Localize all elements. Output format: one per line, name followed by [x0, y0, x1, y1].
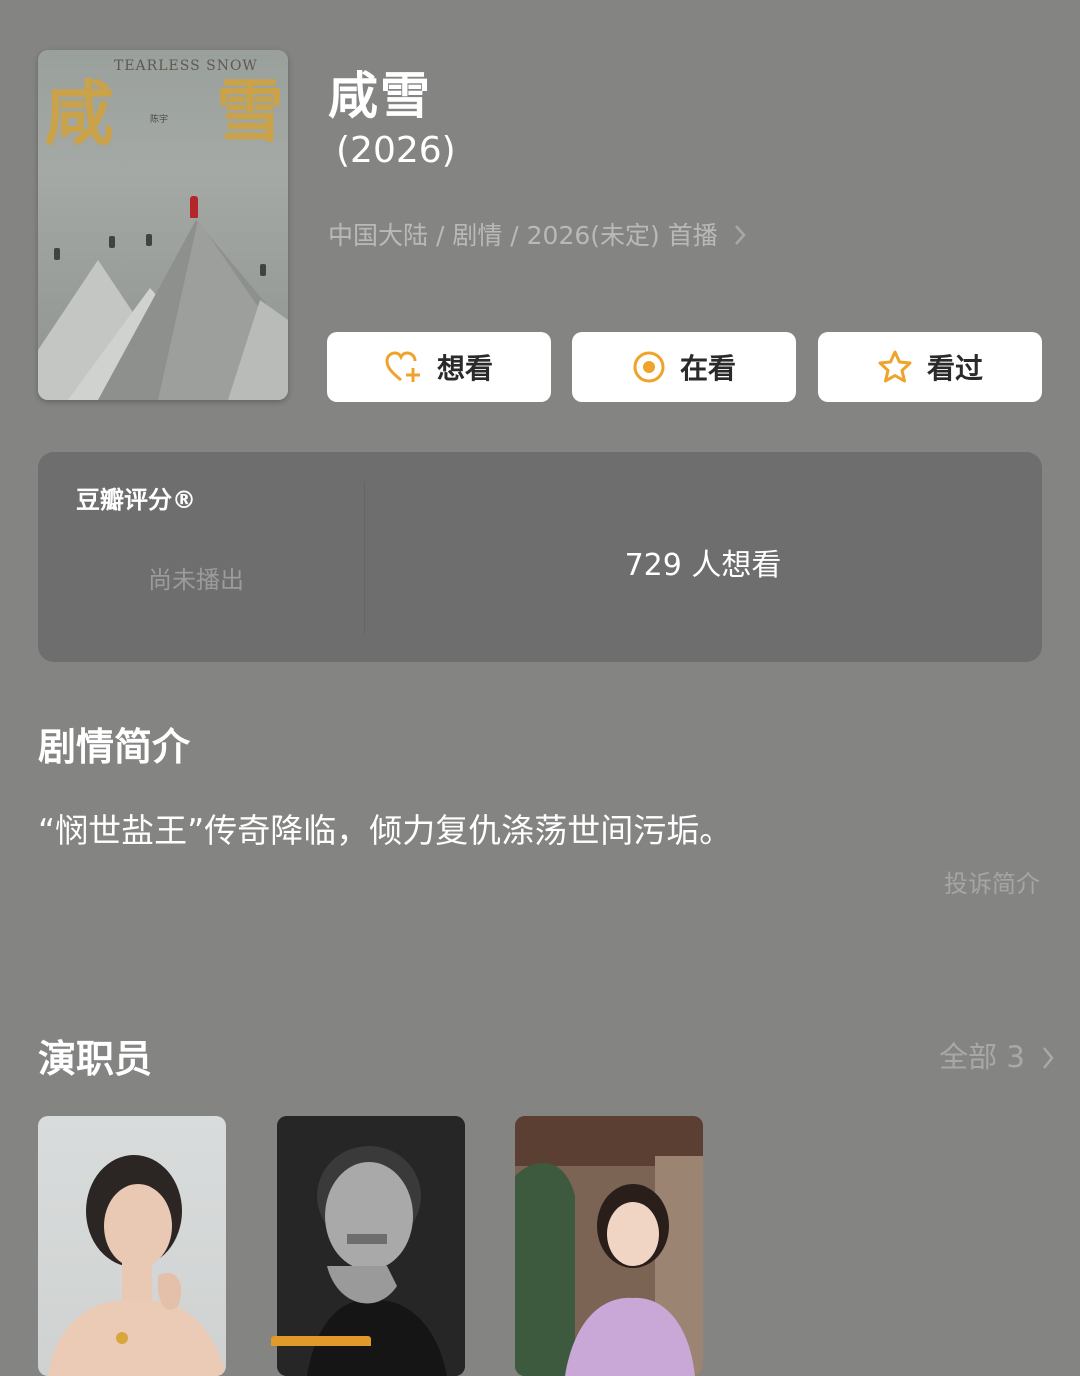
target-icon: [633, 351, 665, 383]
rating-status: 尚未播出: [148, 566, 244, 594]
watching-button[interactable]: 在看: [572, 332, 796, 402]
show-year: (2026): [336, 130, 456, 171]
portrait-image: [515, 1116, 703, 1376]
poster-figure: [109, 236, 115, 248]
star-icon: [878, 350, 912, 383]
show-meta[interactable]: 中国大陆 / 剧情 / 2026(未定) 首播: [328, 216, 748, 252]
poster-figure: [146, 234, 152, 246]
want-button[interactable]: 想看: [327, 332, 551, 402]
portrait-image: [48, 1155, 226, 1376]
rating-label: 豆瓣评分®: [76, 486, 196, 514]
cast-section-title: 演职员: [38, 1037, 153, 1081]
cast-member-photo[interactable]: [515, 1116, 703, 1376]
cast-member-photo[interactable]: [38, 1116, 226, 1376]
heart-plus-icon: [385, 351, 420, 382]
poster-figure: [54, 248, 60, 260]
poster-figure: [190, 196, 198, 218]
meta-text: 中国大陆 / 剧情 / 2026(未定) 首播: [328, 221, 718, 250]
show-title: 咸雪: [328, 67, 432, 125]
want-label: 想看: [436, 352, 493, 385]
watching-label: 在看: [679, 352, 736, 385]
want-count: 729 人想看: [624, 548, 782, 583]
poster-image[interactable]: 咸 TEARLESS SNOW 陈宇 雪: [38, 50, 288, 400]
cast-role-tag: [271, 1336, 371, 1346]
poster-art: [38, 220, 288, 400]
rating-card[interactable]: 豆瓣评分® 尚未播出 729 人想看: [38, 452, 1042, 662]
chevron-right-icon: [1043, 1047, 1054, 1069]
summary-section-title: 剧情简介: [38, 725, 191, 769]
poster-figure: [260, 264, 266, 276]
cast-all-label: 全部 3: [939, 1040, 1025, 1074]
watched-label: 看过: [926, 352, 983, 385]
cast-all-link[interactable]: 全部 3: [939, 1034, 1056, 1076]
watched-button[interactable]: 看过: [818, 332, 1042, 402]
chevron-right-icon: [724, 221, 748, 250]
report-summary-link[interactable]: 投诉简介: [944, 864, 1040, 899]
summary-text[interactable]: “悯世盐王”传奇降临，倾力复仇涤荡世间污垢。: [38, 804, 732, 852]
